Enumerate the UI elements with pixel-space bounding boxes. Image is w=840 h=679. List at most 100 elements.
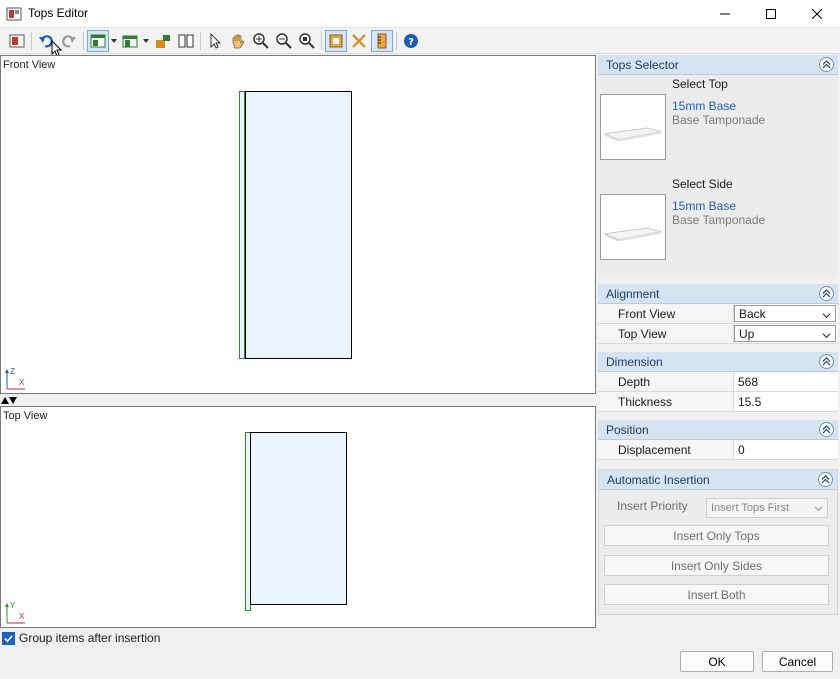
thickness-label: Thickness xyxy=(598,392,734,411)
insert-priority-value: Insert Tops First xyxy=(711,502,790,514)
pan-button[interactable] xyxy=(227,30,249,52)
group-items-checkbox-row[interactable]: Group items after insertion xyxy=(0,630,160,646)
front-view-canvas[interactable]: Front View Z X xyxy=(0,55,596,394)
alignment-collapse-button[interactable] xyxy=(819,286,834,301)
insert-only-sides-button[interactable]: Insert Only Sides xyxy=(604,555,829,576)
layout-dropdown-icon[interactable] xyxy=(111,38,117,44)
insert-priority-label: Insert Priority xyxy=(617,499,688,513)
snap-icon xyxy=(329,34,343,48)
zoom-fit-button[interactable] xyxy=(296,30,318,52)
layout-icon xyxy=(90,34,106,48)
insert-icon xyxy=(156,35,170,48)
insert-both-button[interactable]: Insert Both xyxy=(604,584,829,605)
tops-selector-header[interactable]: Tops Selector xyxy=(598,55,838,75)
view-splitter[interactable] xyxy=(0,394,596,406)
cancel-button[interactable]: Cancel xyxy=(762,651,833,672)
tops-editor-app-icon xyxy=(6,7,22,21)
group-items-checkbox[interactable] xyxy=(2,631,15,645)
front-axis-v-label: Z xyxy=(10,367,15,376)
alignment-header[interactable]: Alignment xyxy=(598,284,838,304)
depth-row: Depth 568 xyxy=(598,372,838,392)
top-view-label: Top View xyxy=(3,410,48,422)
toolbar: ? xyxy=(0,28,840,57)
help-icon: ? xyxy=(404,34,418,48)
position-collapse-button[interactable] xyxy=(819,422,834,437)
chevron-double-up-icon xyxy=(822,289,831,298)
dimension-collapse-button[interactable] xyxy=(819,354,834,369)
select-top-subtitle: Base Tamponade xyxy=(672,113,766,127)
select-arrow-icon xyxy=(210,32,222,49)
measure-icon xyxy=(377,33,387,49)
delete-button[interactable] xyxy=(348,30,370,52)
ok-button[interactable]: OK xyxy=(680,651,754,672)
automatic-insertion-header[interactable]: Automatic Insertion xyxy=(599,470,837,490)
layout-2-dropdown-icon[interactable] xyxy=(143,38,149,44)
minimize-button[interactable] xyxy=(702,0,748,28)
depth-field[interactable]: 568 xyxy=(734,372,838,391)
chevron-down-icon xyxy=(822,313,831,319)
insert-button[interactable] xyxy=(152,30,174,52)
alignment-panel: Alignment Front View Back Top View Up xyxy=(598,284,838,344)
select-side-thumbnail[interactable] xyxy=(600,194,666,260)
front-view-alignment-label: Front View xyxy=(598,304,734,323)
layout-button[interactable] xyxy=(87,30,109,52)
dimension-header[interactable]: Dimension xyxy=(598,352,838,372)
front-view-alignment-row: Front View Back xyxy=(598,304,838,324)
depth-label: Depth xyxy=(598,372,734,391)
chevron-double-up-icon xyxy=(822,60,831,69)
select-top-name-link[interactable]: 15mm Base xyxy=(672,99,736,113)
tops-selector-collapse-button[interactable] xyxy=(819,57,834,72)
top-view-alignment-select[interactable]: Up xyxy=(734,325,836,342)
zoom-out-icon xyxy=(276,33,292,49)
close-button[interactable] xyxy=(794,0,840,28)
delete-icon xyxy=(352,34,366,48)
front-view-alignment-value: Back xyxy=(739,306,766,321)
top-view-canvas[interactable]: Top View Y X xyxy=(0,406,596,628)
checkmark-icon xyxy=(4,634,13,642)
snap-button[interactable] xyxy=(325,30,347,52)
top-view-alignment-row: Top View Up xyxy=(598,324,838,344)
displacement-label: Displacement xyxy=(598,440,734,459)
thickness-field[interactable]: 15.5 xyxy=(734,392,838,411)
insert-priority-select[interactable]: Insert Tops First xyxy=(706,498,828,518)
select-side-name-link[interactable]: 15mm Base xyxy=(672,199,736,213)
pan-hand-icon xyxy=(232,34,245,49)
dimension-title: Dimension xyxy=(606,354,663,369)
layout-2-button[interactable] xyxy=(119,30,141,52)
front-view-label: Front View xyxy=(3,59,56,71)
front-view-alignment-select[interactable]: Back xyxy=(734,305,836,322)
close-icon xyxy=(812,9,822,19)
select-top-thumbnail[interactable] xyxy=(600,94,666,160)
zoom-region-button[interactable] xyxy=(250,30,272,52)
splitter-arrows-icon[interactable] xyxy=(0,395,18,405)
tops-editor-tool-button[interactable] xyxy=(6,30,28,52)
chevron-double-up-icon xyxy=(822,425,831,434)
split-button[interactable] xyxy=(175,30,197,52)
top-board-preview-icon xyxy=(603,127,662,142)
tops-editor-icon xyxy=(9,34,25,48)
alignment-title: Alignment xyxy=(606,286,660,301)
chevron-double-up-icon xyxy=(822,357,831,366)
select-top-caption: Select Top xyxy=(672,77,728,91)
top-axis-h-label: X xyxy=(19,612,25,621)
group-items-label: Group items after insertion xyxy=(19,631,161,645)
maximize-button[interactable] xyxy=(748,0,794,28)
position-panel: Position Displacement 0 xyxy=(598,420,838,460)
top-top-panel[interactable] xyxy=(250,432,347,605)
zoom-region-icon xyxy=(253,33,269,49)
zoom-out-button[interactable] xyxy=(273,30,295,52)
window-title: Tops Editor xyxy=(28,6,89,20)
position-title: Position xyxy=(606,422,649,437)
svg-text:?: ? xyxy=(408,37,414,48)
chevron-down-icon xyxy=(822,333,831,339)
insert-only-tops-button[interactable]: Insert Only Tops xyxy=(604,525,829,546)
displacement-field[interactable]: 0 xyxy=(734,440,838,459)
help-button[interactable]: ? xyxy=(400,30,422,52)
select-button[interactable] xyxy=(204,30,226,52)
automatic-insertion-collapse-button[interactable] xyxy=(818,472,833,487)
front-top-panel[interactable] xyxy=(245,91,352,359)
title-bar: Tops Editor xyxy=(0,0,840,28)
measure-button[interactable] xyxy=(371,30,393,52)
automatic-insertion-title: Automatic Insertion xyxy=(607,472,710,487)
position-header[interactable]: Position xyxy=(598,420,838,440)
